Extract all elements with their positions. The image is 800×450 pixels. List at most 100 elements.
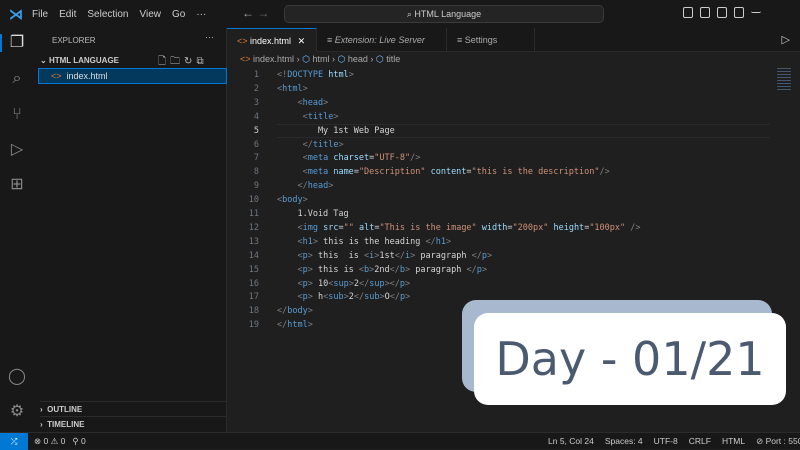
language-mode[interactable]: HTML xyxy=(722,436,745,446)
settings-gear-icon[interactable]: ⚙ xyxy=(8,403,26,421)
code-token: "100px" xyxy=(589,222,626,233)
forward-arrow-icon[interactable]: → xyxy=(257,6,269,20)
code-token: paragraph xyxy=(410,264,467,275)
line-number: 13 xyxy=(248,236,259,247)
remote-indicator-icon[interactable]: ⤮ xyxy=(0,433,28,450)
line-number: 3 xyxy=(253,97,259,108)
cursor-position[interactable]: Ln 5, Col 24 xyxy=(548,436,594,446)
tab-label: Extension: Live Server xyxy=(334,35,425,45)
code-token: "This is the image" xyxy=(379,222,477,233)
code-token: > xyxy=(405,292,411,303)
code-line: <meta charset="UTF-8"/> xyxy=(277,153,421,163)
close-tab-icon[interactable]: ✕ xyxy=(298,36,306,46)
error-count: 0 xyxy=(43,436,49,446)
code-token: </ xyxy=(389,264,400,275)
code-line: </head> xyxy=(277,181,333,191)
code-token: </ xyxy=(302,139,313,150)
breadcrumb-item[interactable]: html xyxy=(312,54,329,64)
encoding[interactable]: UTF-8 xyxy=(654,436,678,446)
menu-more[interactable]: ··· xyxy=(196,9,206,20)
outline-label: OUTLINE xyxy=(47,405,83,414)
file-item-index-html[interactable]: <> index.html xyxy=(38,68,227,84)
line-number: 19 xyxy=(248,320,259,331)
minimap[interactable] xyxy=(777,68,791,92)
line-number: 15 xyxy=(248,264,259,275)
breadcrumb-item[interactable]: head xyxy=(348,54,368,64)
toggle-secondary-sidebar-icon[interactable] xyxy=(717,7,727,18)
code-token: /> xyxy=(599,167,610,178)
code-line: <h1> this is the heading </h1> xyxy=(277,237,451,247)
code-line: My 1st Web Page xyxy=(277,126,395,136)
command-center-search[interactable]: ⌕ HTML Language xyxy=(284,5,604,23)
extensions-icon[interactable]: ⊞ xyxy=(8,176,26,194)
element-icon: ⬡ xyxy=(302,54,310,64)
line-number: 4 xyxy=(253,111,259,122)
code-token: h xyxy=(312,292,324,303)
nav-arrows: ← → xyxy=(242,6,269,20)
explorer-icon[interactable]: ❐ xyxy=(0,34,32,52)
toggle-panel-icon[interactable] xyxy=(700,7,710,18)
code-token: h1 xyxy=(302,236,313,247)
collapse-all-icon[interactable]: ⧉ xyxy=(196,56,207,67)
code-token: sup xyxy=(369,278,385,289)
code-line: <html> xyxy=(277,84,308,94)
refresh-icon[interactable]: ↻ xyxy=(184,56,196,67)
ports-icon: ⚲ xyxy=(72,436,79,446)
code-line: </html> xyxy=(277,320,313,330)
code-token: title xyxy=(307,111,334,122)
breadcrumb-item[interactable]: title xyxy=(386,54,400,64)
breadcrumb-item[interactable]: index.html xyxy=(253,54,294,64)
new-folder-icon[interactable]: 🗀 xyxy=(170,56,184,67)
customize-layout-icon[interactable] xyxy=(734,7,744,18)
minimize-icon[interactable] xyxy=(751,7,761,13)
explorer-more-button[interactable]: ··· xyxy=(205,32,214,42)
code-token: img xyxy=(302,222,318,233)
code-line: </title> xyxy=(277,140,344,150)
back-arrow-icon[interactable]: ← xyxy=(242,6,254,20)
menu-selection[interactable]: Selection xyxy=(87,9,128,20)
code-token: head xyxy=(307,181,329,192)
menu-go[interactable]: Go xyxy=(172,9,185,20)
menu-file[interactable]: File xyxy=(32,9,48,20)
code-token: html xyxy=(328,70,349,80)
tab-settings[interactable]: ≡ Settings xyxy=(447,28,535,52)
code-line: <head> xyxy=(277,98,328,108)
outline-section[interactable]: › OUTLINE xyxy=(40,401,227,414)
folder-header[interactable]: ⌄ HTML LANGUAGE xyxy=(40,56,119,65)
menu-edit[interactable]: Edit xyxy=(59,9,76,20)
code-token: > xyxy=(486,250,493,261)
code-token: > xyxy=(328,181,334,192)
line-number: 14 xyxy=(248,250,259,261)
timeline-section[interactable]: › TIMELINE xyxy=(40,416,227,429)
status-bar: ⤮ ⊗ 0 ⚠ 0 ⚲ 0 Ln 5, Col 24 Spaces: 4 UTF-8… xyxy=(0,432,800,450)
code-line: </body> xyxy=(277,306,313,316)
ports-count: 0 xyxy=(81,436,86,446)
code-token: </ xyxy=(358,278,370,289)
tab-index-html[interactable]: <> index.html ✕ xyxy=(227,28,317,52)
run-debug-icon[interactable]: ▷ xyxy=(8,141,26,159)
problems-indicator[interactable]: ⊗ 0 ⚠ 0 ⚲ 0 xyxy=(34,433,86,449)
tab-extension-live-server[interactable]: ≡ Extension: Live Server xyxy=(317,28,447,52)
run-icon[interactable]: ▷ xyxy=(782,33,790,46)
code-token: </ xyxy=(277,306,288,317)
code-token: > xyxy=(323,97,329,108)
toggle-sidebar-icon[interactable] xyxy=(683,7,693,18)
code-token: this is xyxy=(312,264,359,275)
code-token: DOCTYPE xyxy=(287,70,324,80)
menu-view[interactable]: View xyxy=(140,9,162,20)
code-token: head xyxy=(302,97,324,108)
account-icon[interactable]: ◯ xyxy=(8,368,26,386)
live-server-port[interactable]: ⊘ Port : 5500 xyxy=(756,436,800,446)
source-control-icon[interactable]: ⑂ xyxy=(8,106,26,124)
line-number: 7 xyxy=(253,153,259,164)
indentation[interactable]: Spaces: 4 xyxy=(605,436,643,446)
line-endings[interactable]: CRLF xyxy=(689,436,711,446)
new-file-icon[interactable]: 🗋 xyxy=(158,56,170,67)
search-icon[interactable]: ⌕ xyxy=(8,70,26,88)
